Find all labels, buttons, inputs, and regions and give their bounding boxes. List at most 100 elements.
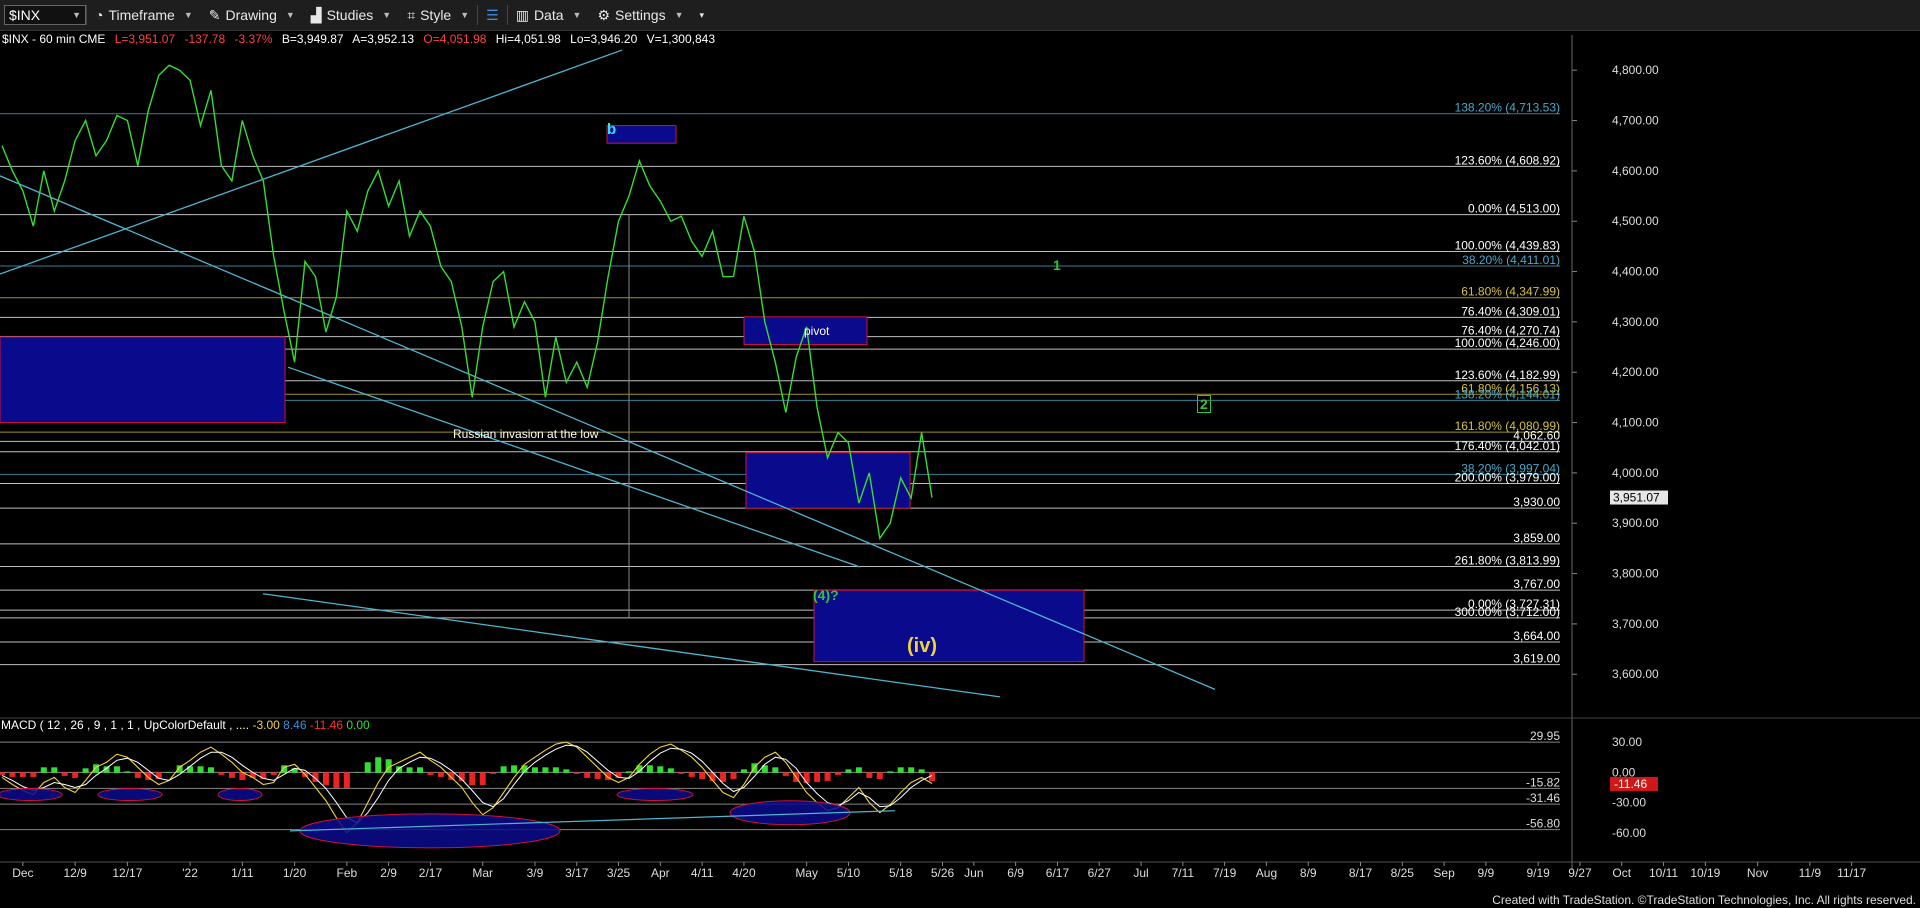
ask-price: A=3,952.13 [352,32,415,46]
chevron-down-icon: ▼ [285,10,295,20]
layout-button[interactable]: ☰ [478,0,507,30]
time-tick-label: 11/17 [1837,866,1866,880]
price-tick-label: 3,600.00 [1612,667,1659,681]
time-tick-label: 9/9 [1478,866,1495,880]
time-tick-label: 3/9 [527,866,544,880]
time-tick-label: 4/20 [732,866,756,880]
fib-label: 100.00% (4,439.83) [1455,239,1560,253]
studies-menu[interactable]: ▟ Studies ▼ [303,0,399,30]
price-tick-label: 4,400.00 [1612,265,1659,279]
symbol-value: $INX [9,7,41,23]
studies-label: Studies [326,7,374,23]
time-tick-label: 9/19 [1526,866,1550,880]
time-tick-label: Jun [964,866,983,880]
chevron-down-icon[interactable]: ▼ [72,10,81,20]
macd-level-label: -56.80 [1526,817,1560,831]
macd-hist-bar [657,766,664,773]
macd-hist-bar [740,769,747,773]
divergence-ellipse [217,788,263,802]
time-tick-label: 3/25 [607,866,631,880]
macd-hist-bar [9,772,16,777]
time-tick-label: Oct [1612,866,1631,880]
macd-hist-bar [124,771,131,773]
settings-menu[interactable]: ⚙ Settings ▼ [589,0,691,30]
time-tick-label: 1/20 [283,866,307,880]
macd-tick-label: 30.00 [1612,735,1642,749]
time-tick-label: Aug [1256,866,1277,880]
data-menu[interactable]: ▥ Data ▼ [508,0,590,30]
time-tick-label: Apr [651,866,670,880]
macd-hist-bar [270,772,277,775]
fib-label: 3,767.00 [1513,577,1560,591]
macd-hist-bar [699,772,706,779]
time-tick-label: 5/26 [931,866,955,880]
macd-hist-bar [82,768,89,773]
macd-hist-bar [897,767,904,773]
footer-credit: Created with TradeStation. ©TradeStation… [1492,893,1916,907]
fib-label: 3,859.00 [1513,531,1560,545]
last-price-label: 3,951.07 [1613,491,1660,505]
price-tick-label: 4,700.00 [1612,114,1659,128]
macd-tick-label: -60.00 [1612,826,1646,840]
symbol-input[interactable]: $INX ▼ [4,5,86,25]
macd-panel: 29.95 -15.82 -31.46 -56.80 30.00 0.00 -30.00 -6… [0,717,1920,849]
wave-b-label: b [607,121,617,138]
price-tick-label: 4,600.00 [1612,164,1659,178]
fib-label: 3,664.00 [1513,629,1560,643]
chevron-down-icon: ▼ [572,10,582,20]
macd-hist-bar [343,772,350,788]
time-tick-label: 10/11 [1649,866,1678,880]
style-icon: ⌗ [407,6,416,23]
price-tick-label: 4,300.00 [1612,315,1659,329]
macd-hist-bar [51,767,58,773]
macd-level-label: 29.95 [1530,729,1560,743]
settings-label: Settings [615,7,666,23]
macd-hist-bar [469,772,476,785]
fib-label: 261.80% (3,813.99) [1455,554,1560,568]
macd-current-label: -11.46 [1614,777,1647,791]
style-menu[interactable]: ⌗ Style ▼ [399,0,477,30]
time-tick-label: Mar [472,866,493,880]
last-price: L=3,951.07 [114,32,176,46]
time-tick-label: 7/11 [1172,866,1195,880]
overflow-button[interactable]: ▾ [692,0,713,30]
low-price: Lo=3,946.20 [570,32,638,46]
wave-4-label: (4)? [813,587,839,603]
macd-hist-bar [479,772,486,785]
time-tick-label: 12/17 [112,866,142,880]
wave-1-label: 1 [1053,257,1061,273]
macd-hist-bar [866,772,873,778]
net-change: -137.78 [184,32,226,46]
chevron-down-icon: ▼ [674,10,684,20]
price-tick-label: 4,500.00 [1612,214,1659,228]
open-price: O=4,051.98 [423,32,487,46]
gear-icon: ⚙ [597,6,610,23]
macd-hist-bar [197,766,204,773]
data-label: Data [533,7,564,23]
macd-hist-bar [845,769,852,773]
price-chart[interactable]: 138.20% (4,713.53) 123.60% (4,608.92) 0.00… [0,0,1920,908]
drawing-menu[interactable]: ✎ Drawing ▼ [201,0,303,30]
time-tick-label: 6/17 [1046,866,1070,880]
macd-hist-bar [542,767,549,773]
fib-label: 138.20% (4,713.53) [1455,101,1560,115]
macd-title: MACD ( 12 , 26 , 9 , 1 , 1 , UpColorDefa… [1,718,250,732]
divergence-ellipse [616,788,694,802]
fib-label: 300.00% (3,712.00) [1455,605,1560,619]
volume: V=1,300,843 [646,32,715,46]
time-tick-label: 6/9 [1007,866,1024,880]
macd-hist-bar [772,767,779,773]
macd-hist-bar [437,772,444,777]
time-tick-label: 2/17 [419,866,443,880]
toolbar: $INX ▼ ◔ Timeframe ▼ ✎ Drawing ▼ ▟ Studi… [0,0,1920,31]
drawing-label: Drawing [225,7,277,23]
macd-level-label: -31.46 [1526,791,1560,805]
time-tick-label: May [795,866,818,880]
annotation-box [813,589,1085,663]
time-tick-label: Dec [12,866,33,880]
timeframe-menu[interactable]: ◔ Timeframe ▼ [87,0,201,30]
time-tick-label: 10/19 [1690,866,1720,880]
macd-header: MACD ( 12 , 26 , 9 , 1 , 1 , UpColorDefa… [1,718,370,732]
time-tick-label: Sep [1433,866,1455,880]
fib-label: 123.60% (4,608.92) [1455,153,1560,167]
